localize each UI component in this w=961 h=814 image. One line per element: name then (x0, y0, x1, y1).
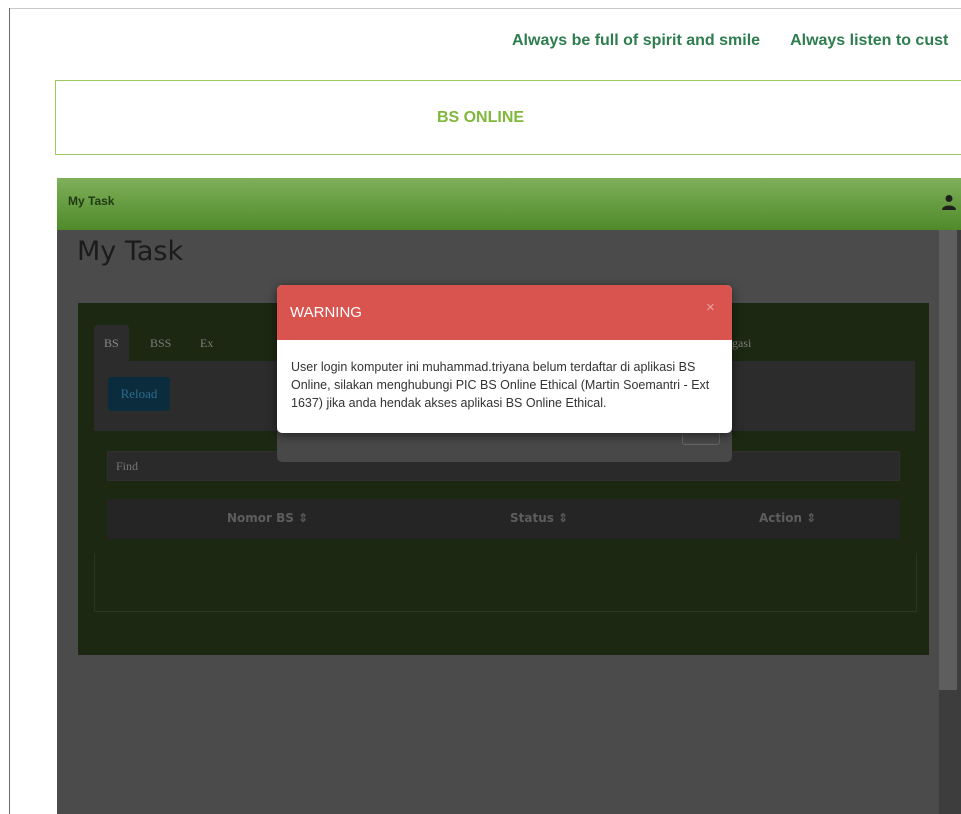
page-border-left (9, 8, 10, 814)
tab-ex-bs[interactable]: Ex BS (190, 325, 225, 386)
column-label-status: Status (510, 511, 554, 525)
app-frame: My Task My Task BS BSS Ex BS gasi Reload… (57, 178, 961, 814)
marquee-message-1: Always be full of spirit and smile (512, 32, 761, 49)
app-header-title: BS ONLINE (436, 109, 525, 126)
table-body (94, 553, 917, 612)
scrollbar-thumb[interactable] (939, 230, 957, 690)
tab-bss[interactable]: BSS (140, 325, 181, 361)
tab-bs[interactable]: BS (94, 325, 129, 361)
user-icon[interactable] (942, 194, 956, 210)
sort-icon: ⇕ (806, 511, 817, 525)
warning-dialog-title: WARNING (290, 304, 362, 321)
column-header-nomor-bs[interactable]: Nomor BS ⇕ (227, 511, 308, 525)
warning-dialog-message: User login komputer ini muhammad.triyana… (291, 360, 710, 410)
marquee-message-2: Always listen to cust (790, 32, 949, 49)
page-title: My Task (77, 236, 184, 267)
warning-dialog-header: WARNING × (277, 285, 732, 340)
reload-button[interactable]: Reload (108, 377, 170, 411)
navbar-title[interactable]: My Task (68, 194, 114, 208)
column-header-status[interactable]: Status ⇕ (510, 511, 568, 525)
close-icon[interactable]: × (706, 299, 715, 316)
warning-dialog: WARNING × User login komputer ini muhamm… (277, 285, 732, 433)
marquee-banner: Always be full of spirit and smile Always… (0, 32, 961, 58)
column-label-action: Action (759, 511, 803, 525)
page-border-top (9, 8, 961, 9)
sort-icon: ⇕ (298, 511, 309, 525)
sort-icon: ⇕ (558, 511, 569, 525)
column-label-nomor-bs: Nomor BS (227, 511, 294, 525)
table-header: Nomor BS ⇕ Status ⇕ Action ⇕ (107, 499, 900, 539)
column-header-action[interactable]: Action ⇕ (759, 511, 816, 525)
app-navbar: My Task (57, 178, 961, 230)
